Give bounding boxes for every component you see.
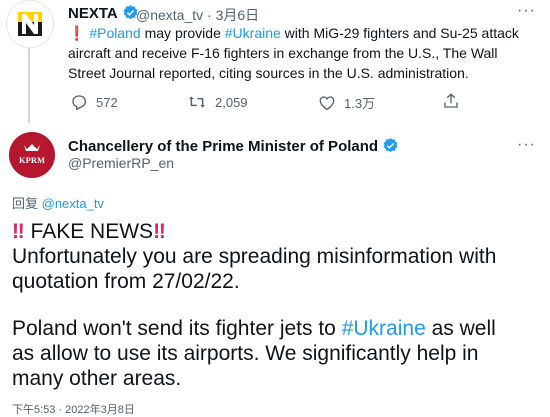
like-count: 1.3万 — [344, 96, 376, 111]
replying-to-label: 回复 — [12, 196, 42, 211]
tweet-line: Unfortunately you are spreading misinfor… — [12, 245, 497, 268]
retweet-count: 2,059 — [215, 94, 248, 110]
nexta-avatar[interactable] — [6, 0, 54, 48]
tweet-line: as allow to use its airports. We signifi… — [12, 342, 479, 365]
replying-to: 回复 @nexta_tv — [12, 193, 104, 212]
replying-to-handle[interactable]: @nexta_tv — [42, 196, 104, 211]
tweet-line: ‼ FAKE NEWS‼ — [12, 219, 542, 244]
like-button[interactable]: 1.3万 — [318, 93, 375, 112]
thread-line — [28, 48, 30, 123]
more-options-icon[interactable]: ··· — [517, 2, 536, 20]
tweet-line: many other areas. — [12, 367, 182, 390]
tweet-text-part: as well — [425, 317, 496, 340]
tweet-text: ❗ #Poland may provide #Ukraine with MiG-… — [68, 23, 538, 83]
fake-news-text: FAKE NEWS — [30, 220, 154, 243]
tweet-text: ‼ FAKE NEWS‼ Unfortunately you are sprea… — [12, 219, 542, 391]
kprm-logo-text: KPRM — [19, 155, 45, 165]
hashtag-ukraine[interactable]: #Ukraine — [342, 317, 426, 340]
author-handle[interactable]: @PremierRP_en — [68, 155, 174, 171]
double-exclamation-icon: ‼ — [153, 220, 166, 243]
exclamation-icon: ❗ — [68, 25, 86, 41]
hashtag-poland[interactable]: #Poland — [89, 25, 140, 41]
more-options-icon[interactable]: ··· — [517, 136, 536, 154]
author-name-text: Chancellery of the Prime Minister of Pol… — [68, 138, 379, 155]
kprm-avatar[interactable]: KPRM — [9, 132, 55, 178]
tweet-text-part: Poland won't send its fighter jets to — [12, 317, 342, 340]
tweet-line: Poland won't send its fighter jets to #U… — [12, 316, 542, 341]
kprm-logo-icon: KPRM — [9, 132, 55, 178]
share-icon — [444, 93, 458, 108]
verified-badge-icon — [383, 138, 398, 153]
hashtag-ukraine[interactable]: #Ukraine — [225, 25, 281, 41]
tweet-timestamp[interactable]: 下午5:53 · 2022年3月8日 — [12, 401, 135, 417]
tweet-text-part: may provide — [140, 25, 225, 41]
double-exclamation-icon: ‼ — [12, 220, 25, 243]
retweet-button[interactable]: 2,059 — [187, 93, 248, 111]
reply-button[interactable]: 572 — [70, 93, 118, 111]
tweet-line: quotation from 27/02/22. — [12, 270, 240, 293]
handle-and-date[interactable]: @nexta_tv · 3月6日 — [136, 5, 259, 25]
nexta-logo-icon — [8, 2, 52, 46]
author-name[interactable]: Chancellery of the Prime Minister of Pol… — [68, 137, 399, 155]
reply-icon — [72, 95, 87, 111]
heart-icon — [319, 95, 335, 110]
reply-count: 572 — [96, 94, 118, 110]
author-name[interactable]: NEXTA — [68, 4, 139, 22]
retweet-icon — [189, 96, 205, 108]
author-name-text: NEXTA — [68, 5, 118, 22]
share-button[interactable] — [442, 92, 460, 110]
